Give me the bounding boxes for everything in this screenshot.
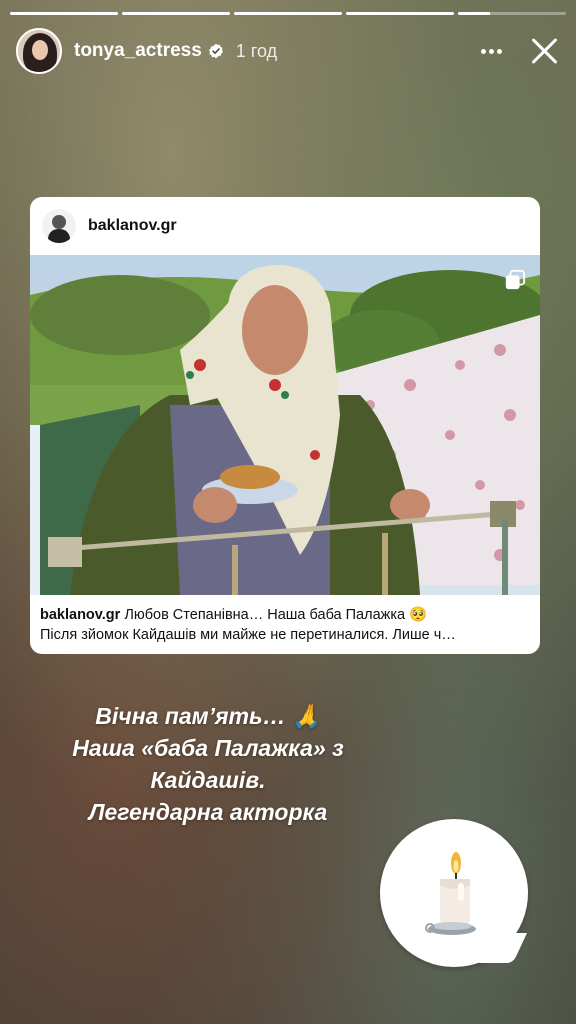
caption-line2: Після зйомок Кайдашів ми майже не перети… xyxy=(40,627,456,643)
post-avatar[interactable] xyxy=(42,209,76,243)
photo-illustration xyxy=(30,255,540,595)
story-viewer[interactable]: tonya_actress 1 год baklanov.gr baklanov… xyxy=(0,0,576,1024)
story-text-line: Кайдашів. xyxy=(150,767,266,793)
post-caption[interactable]: baklanov.gr Любов Степанівна… Наша баба П… xyxy=(40,605,530,645)
progress-segment xyxy=(10,12,118,15)
progress-fill xyxy=(346,12,454,15)
progress-segment xyxy=(122,12,230,15)
progress-bar xyxy=(10,12,566,15)
post-header: baklanov.gr xyxy=(30,197,540,255)
carousel-icon xyxy=(505,269,526,290)
progress-fill xyxy=(10,12,118,15)
caption-username: baklanov.gr xyxy=(40,607,121,623)
username[interactable]: tonya_actress xyxy=(74,40,202,62)
candle-sticker[interactable] xyxy=(380,819,528,967)
close-icon[interactable] xyxy=(526,33,562,69)
post-time: 1 год xyxy=(235,40,278,61)
shared-post-card[interactable]: baklanov.gr baklanov.gr Любов Степанівна… xyxy=(30,197,540,654)
avatar[interactable] xyxy=(16,28,62,74)
story-text: Вічна пам’ять… 🙏 Наша «баба Палажка» з К… xyxy=(20,700,396,828)
progress-segment xyxy=(346,12,454,15)
progress-segment xyxy=(458,12,566,15)
candle-icon xyxy=(425,852,476,935)
progress-fill xyxy=(122,12,230,15)
more-horizontal-icon[interactable] xyxy=(476,36,506,66)
progress-fill xyxy=(458,12,491,15)
story-header: tonya_actress 1 год xyxy=(16,28,562,74)
progress-fill xyxy=(234,12,342,15)
verified-badge-icon xyxy=(208,43,223,59)
post-photo[interactable] xyxy=(30,255,540,595)
story-text-line: Наша «баба Палажка» з xyxy=(72,735,344,761)
story-text-line: Вічна пам’ять… 🙏 xyxy=(95,703,321,729)
caption-line1: Любов Степанівна… Наша баба Палажка 🥺 xyxy=(124,607,428,623)
progress-segment xyxy=(234,12,342,15)
story-text-line: Легендарна акторка xyxy=(88,799,328,825)
post-username[interactable]: baklanov.gr xyxy=(88,217,177,235)
